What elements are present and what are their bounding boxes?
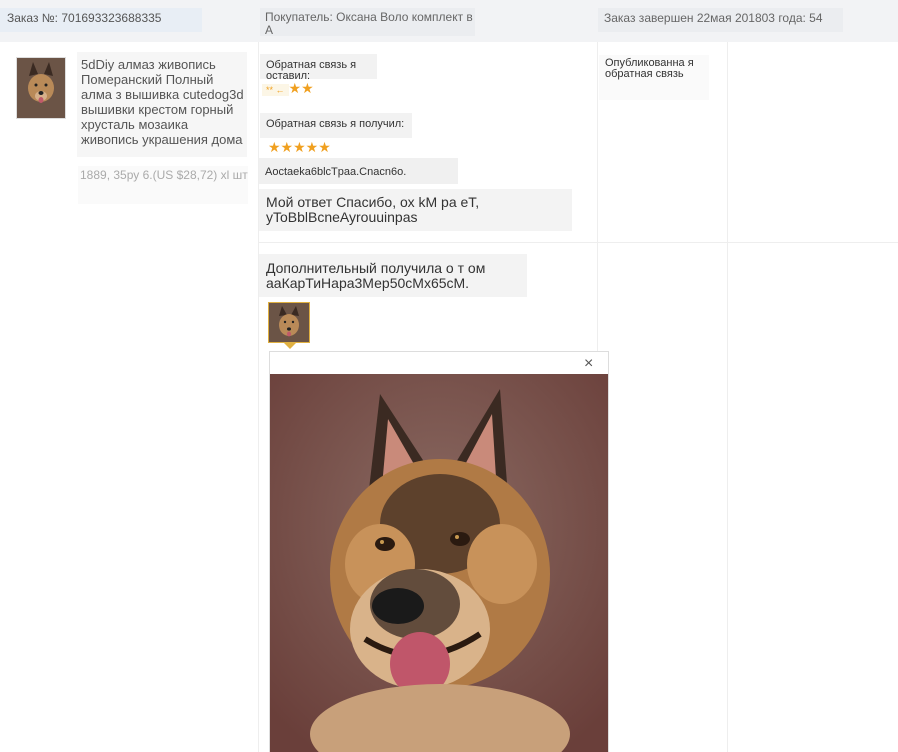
feedback-photo-thumbnail[interactable] xyxy=(268,302,310,343)
order-number: Заказ №: 701693323688335 xyxy=(0,8,202,32)
product-title[interactable]: 5dDiy алмаз живопись Померанский Полный … xyxy=(81,57,246,147)
dog-image-icon xyxy=(269,303,309,342)
dog-image-icon xyxy=(17,58,65,118)
column-divider xyxy=(258,42,259,752)
feedback-thanks-text: Aoctaeka6blcTpaa.Cnacn6o. xyxy=(259,158,458,184)
feedback-received-label: Обратная связь я получил: xyxy=(260,113,412,138)
thumbnail-pointer xyxy=(284,343,296,349)
product-price: 1889, 35ру 6.(US $28,72) xl шт xyxy=(78,166,248,204)
close-icon[interactable]: × xyxy=(584,354,593,374)
additional-feedback: Дополнительный получила о т ом ааКарТиНа… xyxy=(259,254,527,297)
column-divider xyxy=(727,42,728,752)
row-divider xyxy=(258,242,898,243)
feedback-received-stars: ★★★★★ xyxy=(268,139,331,155)
published-feedback-status: Опубликованна я обратная связь xyxy=(599,55,709,100)
product-thumbnail[interactable] xyxy=(16,57,66,119)
feedback-left-stars-text: ** ← xyxy=(262,84,289,96)
dog-painting-image xyxy=(270,374,608,752)
my-reply: Мой ответ Спасибо, ох kМ ра еТ, уToBblBc… xyxy=(259,189,572,231)
feedback-left-label: Обратная связь я оставил: xyxy=(260,54,377,82)
buyer-name: Покупатель: Оксана Воло комплект в А xyxy=(260,8,475,37)
enlarged-photo xyxy=(270,374,608,752)
feedback-left-rating: ** ← ★★ xyxy=(262,80,314,98)
feedback-left-stars: ★★ xyxy=(288,80,314,96)
order-status: Заказ завершен 22мая 201803 года: 54 xyxy=(598,8,843,32)
